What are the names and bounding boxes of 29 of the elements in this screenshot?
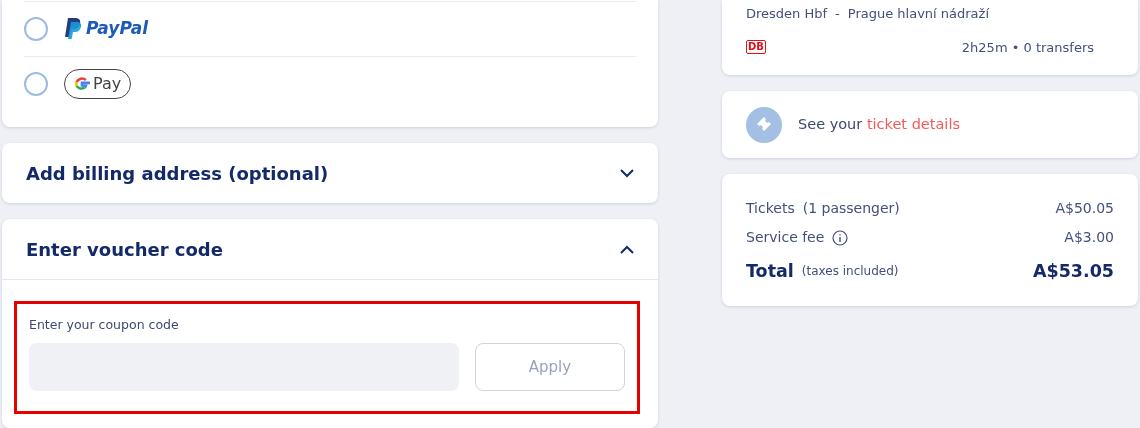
section-title: Enter voucher code — [26, 237, 223, 262]
operator-logo: DB — [746, 40, 766, 55]
section-header[interactable]: Add billing address (optional) — [2, 143, 658, 203]
station-name: Prague hlavní nádraží — [847, 5, 990, 23]
summary-label: Tickets — [746, 199, 795, 218]
g-logo-icon — [74, 76, 90, 92]
station-name: Dresden Hbf — [746, 5, 828, 23]
summary-amount: A$50.05 — [1055, 199, 1114, 218]
total-label: Total — [746, 260, 794, 283]
section-header[interactable]: Enter voucher code — [2, 219, 658, 279]
summary-amount: A$3.00 — [1064, 228, 1114, 247]
section-title: Add billing address (optional) — [26, 161, 329, 186]
radio-button[interactable] — [24, 17, 48, 41]
paypal-label: PayPal — [86, 17, 149, 41]
summary-note: (1 passenger) — [802, 199, 900, 218]
ticket-icon — [746, 106, 782, 143]
info-icon[interactable] — [832, 229, 849, 246]
radio-button[interactable] — [24, 72, 48, 96]
total-amount: A$53.05 — [1032, 260, 1114, 283]
trip-duration: 2h25m • 0 transfers — [961, 38, 1094, 57]
field-label: Enter your coupon code — [29, 316, 180, 334]
pay-label: Pay — [93, 73, 122, 95]
paypal-logo-icon — [64, 18, 82, 40]
chevron-up-icon — [620, 244, 634, 254]
summary-note: (taxes included) — [801, 263, 899, 281]
summary-label: Service fee — [746, 228, 825, 247]
route-separator: - — [835, 5, 840, 23]
ticket-details-text: See your ticket details — [798, 114, 960, 134]
chevron-down-icon — [620, 168, 634, 178]
